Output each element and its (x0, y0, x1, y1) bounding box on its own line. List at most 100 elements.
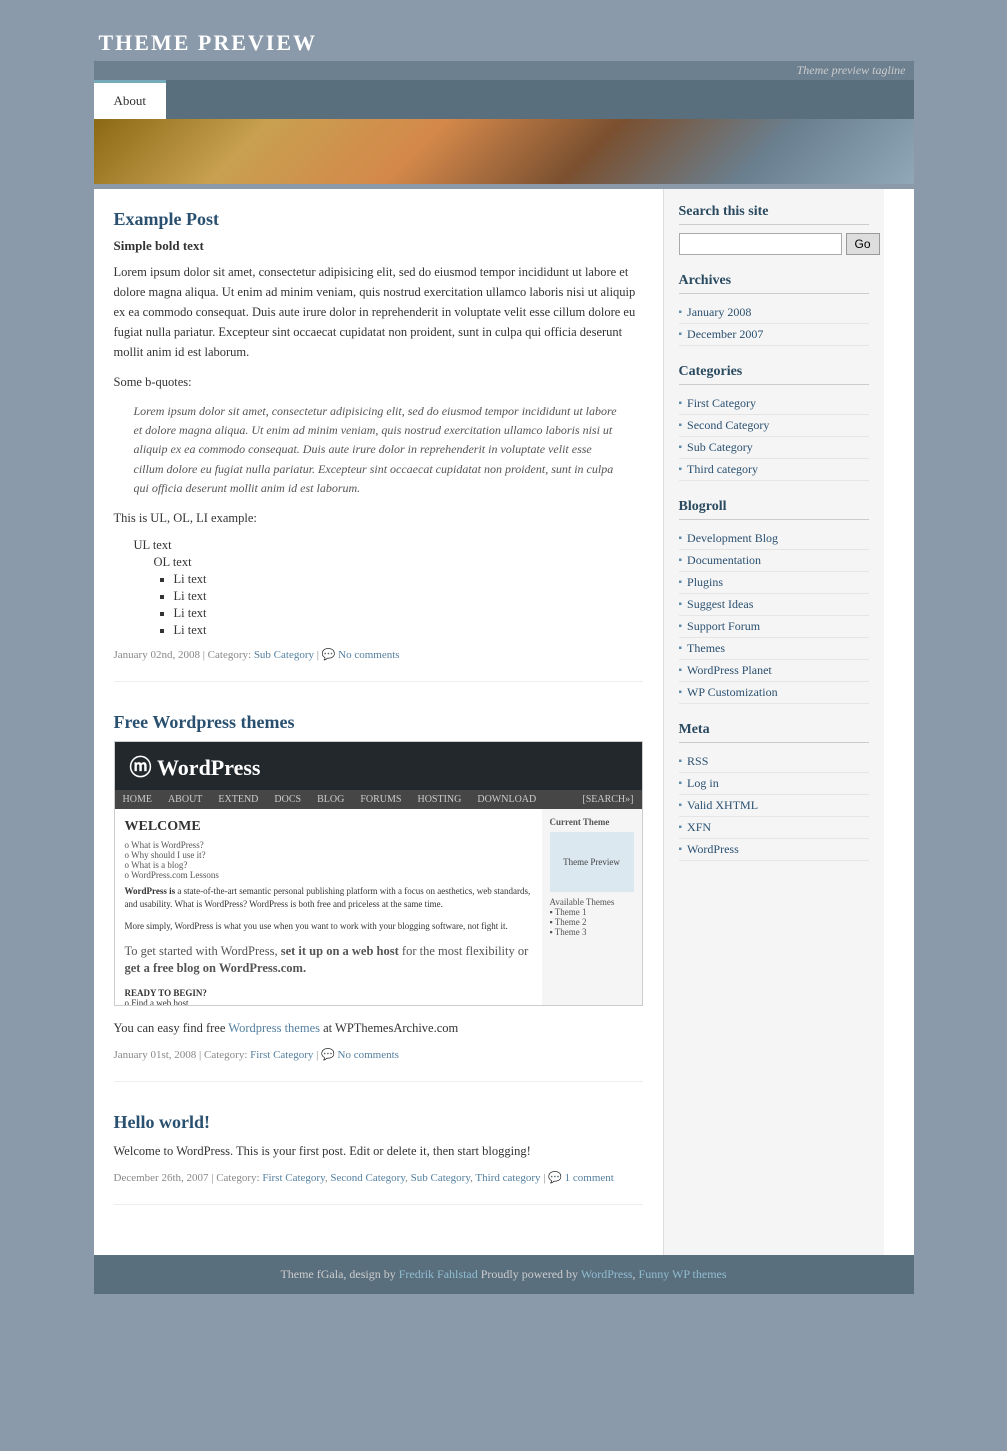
page-wrapper: THEME PREVIEW Theme preview tagline Abou… (94, 0, 914, 1314)
post-comments-link-themes[interactable]: No comments (338, 1049, 399, 1061)
wp-nav-forums[interactable]: FORUMS (352, 790, 409, 809)
body-after: at WPThemesArchive.com (320, 1021, 458, 1035)
site-title: THEME PREVIEW (94, 20, 914, 61)
meta-item-4[interactable]: WordPress (679, 839, 869, 861)
wp-nav-about[interactable]: ABOUT (160, 790, 210, 809)
blogroll-link-6[interactable]: WordPress Planet (687, 663, 772, 678)
wp-setup-section: To get started with WordPress, set it up… (125, 943, 532, 1005)
wp-extra-text: More simply, WordPress is what you use w… (125, 920, 532, 933)
footer-designer-link[interactable]: Fredrik Fahlstad (399, 1267, 478, 1281)
archive-link-1[interactable]: December 2007 (687, 327, 763, 342)
blogroll-link-1[interactable]: Documentation (687, 553, 761, 568)
archive-link-0[interactable]: January 2008 (687, 305, 751, 320)
category-label-themes: Category: (204, 1049, 247, 1061)
meta-item-0[interactable]: RSS (679, 751, 869, 773)
body-before: You can easy find free (114, 1021, 229, 1035)
archive-item-1[interactable]: December 2007 (679, 324, 869, 346)
category-item-3[interactable]: Third category (679, 459, 869, 481)
meta-link-2[interactable]: Valid XHTML (687, 798, 758, 813)
li-item-3: Li text (174, 623, 643, 638)
category-item-1[interactable]: Second Category (679, 415, 869, 437)
blogroll-item-5[interactable]: Themes (679, 638, 869, 660)
search-input[interactable] (679, 233, 842, 255)
nav-item-about[interactable]: About (94, 80, 167, 119)
nav-link-about[interactable]: About (94, 80, 167, 119)
post-title-hello: Hello world! (114, 1112, 643, 1133)
post-title-themes: Free Wordpress themes (114, 712, 643, 733)
category-label-example: Category: (208, 649, 251, 661)
wp-nav-hosting[interactable]: HOSTING (409, 790, 469, 809)
wp-current-theme-label: Current Theme (550, 817, 634, 827)
wp-welcome: WELCOME (125, 819, 532, 835)
blogroll-item-1[interactable]: Documentation (679, 550, 869, 572)
post-category-hello-0[interactable]: First Category (262, 1172, 325, 1184)
blogroll-item-3[interactable]: Suggest Ideas (679, 594, 869, 616)
post-comments-link-example[interactable]: No comments (338, 649, 399, 661)
archive-item-0[interactable]: January 2008 (679, 302, 869, 324)
li-item-0: Li text (174, 572, 643, 587)
post-category-hello-3[interactable]: Third category (475, 1172, 540, 1184)
nav-list: About (94, 80, 914, 119)
blogroll-item-2[interactable]: Plugins (679, 572, 869, 594)
meta-item-1[interactable]: Log in (679, 773, 869, 795)
blogroll-link-4[interactable]: Support Forum (687, 619, 760, 634)
category-link-1[interactable]: Second Category (687, 418, 769, 433)
wp-nav-docs[interactable]: DOCS (266, 790, 309, 809)
meta-item-3[interactable]: XFN (679, 817, 869, 839)
category-link-0[interactable]: First Category (687, 396, 756, 411)
meta-link-3[interactable]: XFN (687, 820, 711, 835)
categories-list: First Category Second Category Sub Categ… (679, 393, 869, 481)
wp-nav-blog[interactable]: BLOG (309, 790, 352, 809)
footer-funny-wp-link[interactable]: Funny WP themes (639, 1267, 727, 1281)
wp-main-text: WordPress is a state-of-the-art semantic… (125, 885, 532, 910)
category-item-0[interactable]: First Category (679, 393, 869, 415)
nav-bar: About (94, 80, 914, 119)
post-wordpress-themes: Free Wordpress themes ⓜ WordPress HOME A… (114, 712, 643, 1082)
header-bar: Theme preview tagline (94, 61, 914, 80)
meta-link-1[interactable]: Log in (687, 776, 719, 791)
li-item-1: Li text (174, 589, 643, 604)
content-wrapper: Example Post Simple bold text Lorem ipsu… (94, 189, 914, 1255)
wp-nav-extend[interactable]: EXTEND (210, 790, 266, 809)
li-item-2: Li text (174, 606, 643, 621)
post-category-link-themes[interactable]: First Category (250, 1049, 313, 1061)
post-category-hello-1[interactable]: Second Category (330, 1172, 405, 1184)
post-comments-link-hello[interactable]: 1 comment (565, 1172, 614, 1184)
tagline: Theme preview tagline (797, 63, 906, 77)
ul-ol-example: UL text OL text Li text Li text Li text … (134, 538, 643, 638)
footer-wordpress-link[interactable]: WordPress (581, 1267, 633, 1281)
blogroll-item-7[interactable]: WP Customization (679, 682, 869, 704)
wp-theme-preview-box: Theme Preview (550, 832, 634, 892)
blogroll-link-7[interactable]: WP Customization (687, 685, 778, 700)
footer: Theme fGala, design by Fredrik Fahlstad … (94, 1255, 914, 1294)
blogroll-item-4[interactable]: Support Forum (679, 616, 869, 638)
comment-icon-hello: 💬 (548, 1172, 562, 1184)
meta-heading: Meta (679, 722, 869, 743)
blogroll-link-0[interactable]: Development Blog (687, 531, 778, 546)
category-item-2[interactable]: Sub Category (679, 437, 869, 459)
wordpress-themes-link[interactable]: Wordpress themes (228, 1021, 320, 1035)
post-date-example: January 02nd, 2008 (114, 649, 200, 661)
post-blockquote-example: Lorem ipsum dolor sit amet, consectetur … (134, 402, 623, 498)
wp-nav-home[interactable]: HOME (115, 790, 160, 809)
sidebar: Search this site Go Archives January 200… (664, 189, 884, 1255)
meta-link-0[interactable]: RSS (687, 754, 708, 769)
blogroll-item-6[interactable]: WordPress Planet (679, 660, 869, 682)
wp-body: WELCOME o What is WordPress? o Why shoul… (115, 809, 642, 1005)
sidebar-archives-section: Archives January 2008 December 2007 (679, 273, 869, 346)
post-body-themes: You can easy find free Wordpress themes … (114, 1018, 643, 1038)
blogroll-link-5[interactable]: Themes (687, 641, 725, 656)
blogroll-link-3[interactable]: Suggest Ideas (687, 597, 753, 612)
post-meta-hello: December 26th, 2007 | Category: First Ca… (114, 1171, 643, 1184)
post-date-hello: December 26th, 2007 (114, 1172, 209, 1184)
search-button[interactable]: Go (846, 233, 880, 255)
blogroll-item-0[interactable]: Development Blog (679, 528, 869, 550)
post-category-link-example[interactable]: Sub Category (254, 649, 314, 661)
post-category-hello-2[interactable]: Sub Category (411, 1172, 470, 1184)
blogroll-link-2[interactable]: Plugins (687, 575, 723, 590)
meta-link-4[interactable]: WordPress (687, 842, 739, 857)
category-link-3[interactable]: Third category (687, 462, 758, 477)
category-link-2[interactable]: Sub Category (687, 440, 753, 455)
meta-item-2[interactable]: Valid XHTML (679, 795, 869, 817)
wp-nav-download[interactable]: DOWNLOAD (469, 790, 544, 809)
